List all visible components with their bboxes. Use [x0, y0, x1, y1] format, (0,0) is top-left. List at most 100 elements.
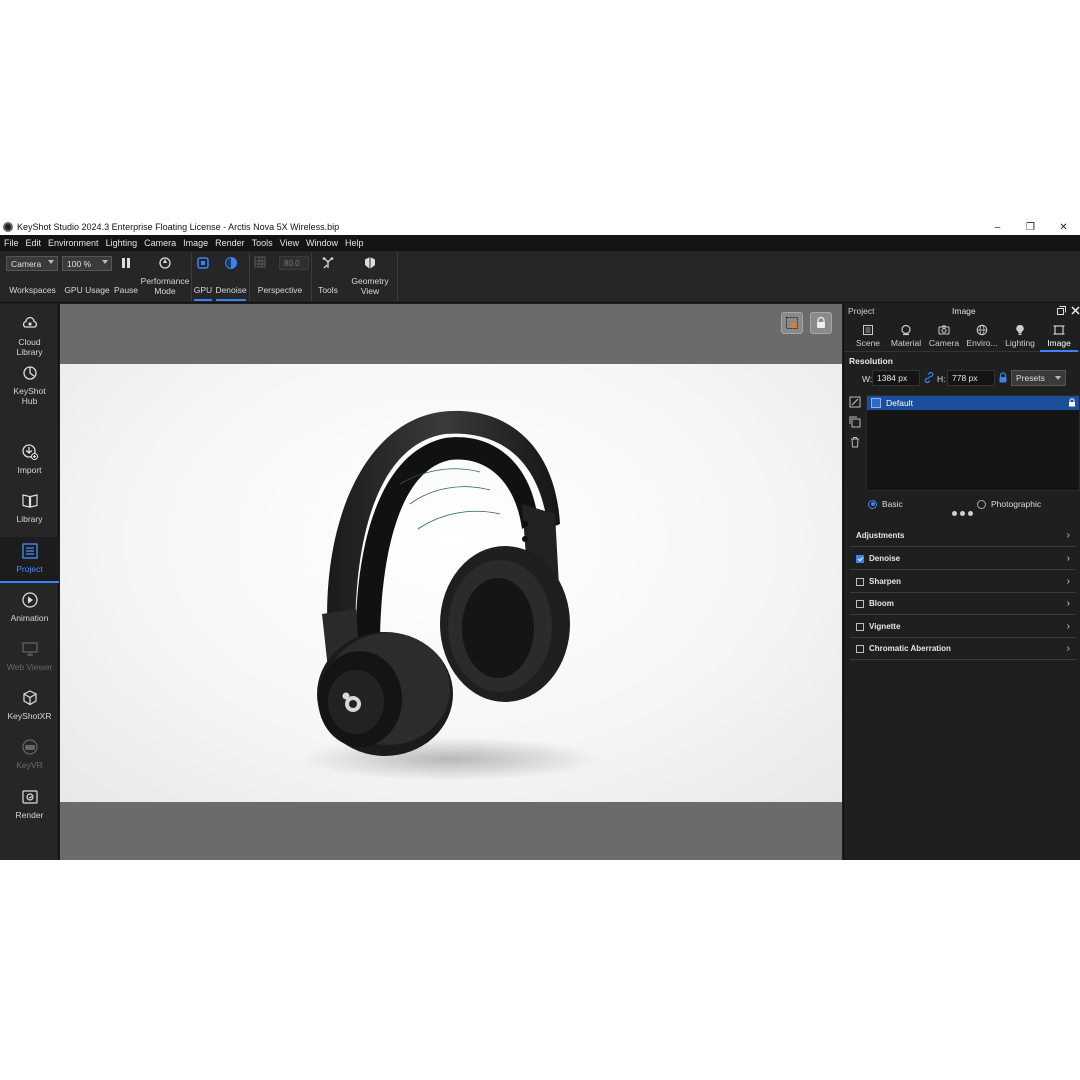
minimize-button[interactable]: –: [981, 219, 1014, 235]
performance-mode-icon: [158, 256, 172, 270]
section-bloom[interactable]: Bloom ›: [850, 593, 1076, 615]
performance-mode-label: Performance Mode: [140, 276, 190, 296]
panel-header: Project Image: [844, 304, 1080, 318]
tab-scene[interactable]: Scene: [849, 318, 887, 352]
sidebar-item-web-viewer[interactable]: Web Viewer: [0, 640, 59, 672]
tab-label: Material: [890, 338, 922, 348]
gpu-usage-button[interactable]: GPU Usage: [60, 251, 114, 303]
denoise-toggle[interactable]: Denoise: [214, 251, 248, 303]
geometry-view-icon: [363, 256, 377, 270]
project-active-indicator: [0, 581, 59, 583]
chevron-right-icon: ›: [1066, 530, 1070, 541]
sidebar-item-keyshot-hub[interactable]: KeyShot Hub: [0, 364, 59, 406]
menu-camera[interactable]: Camera: [144, 238, 176, 248]
menu-render[interactable]: Render: [215, 238, 245, 248]
render-image[interactable]: [60, 364, 842, 802]
tab-camera[interactable]: Camera: [925, 318, 963, 352]
mode-basic[interactable]: Basic: [868, 499, 903, 509]
section-sharpen[interactable]: Sharpen ›: [850, 571, 1076, 593]
geometry-view-button[interactable]: Geometry View: [345, 251, 395, 303]
image-crop-icon: [1053, 325, 1065, 335]
sidebar-item-project[interactable]: Project: [0, 537, 59, 583]
sidebar-item-library[interactable]: Library: [0, 492, 59, 524]
denoise-label: Denoise: [215, 285, 247, 295]
gpu-toggle[interactable]: GPU: [192, 251, 214, 303]
maximize-button[interactable]: ❐: [1014, 219, 1047, 235]
globe-icon: [976, 324, 988, 336]
render-viewport[interactable]: [60, 304, 842, 860]
section-denoise[interactable]: Denoise ›: [850, 548, 1076, 570]
mode-photographic[interactable]: Photographic: [977, 499, 1041, 509]
tools-button[interactable]: Tools: [313, 251, 343, 303]
sidebar-item-animation[interactable]: Animation: [0, 591, 59, 623]
menu-edit[interactable]: Edit: [26, 238, 42, 248]
project-panel: Project Image Scene Material Camera Envi…: [843, 304, 1080, 860]
presets-value: Presets: [1016, 373, 1045, 383]
delete-preset-button[interactable]: [849, 436, 861, 448]
window-title: KeyShot Studio 2024.3 Enterprise Floatin…: [17, 222, 340, 232]
lock-camera-button[interactable]: [810, 312, 832, 334]
image-presets-list: Default: [866, 395, 1080, 491]
height-input[interactable]: 778 px: [947, 370, 995, 386]
keyshot-window: KeyShot Studio 2024.3 Enterprise Floatin…: [0, 219, 1080, 860]
preset-tools: [849, 396, 863, 456]
undock-icon[interactable]: [1057, 306, 1066, 315]
width-input[interactable]: 1384 px: [872, 370, 920, 386]
workspaces-button[interactable]: Workspaces: [6, 251, 59, 303]
close-panel-icon[interactable]: [1071, 306, 1080, 315]
menu-image[interactable]: Image: [183, 238, 208, 248]
toolbar-separator: [311, 253, 312, 301]
sidebar-label: Project: [16, 564, 43, 574]
edit-preset-button[interactable]: [849, 396, 861, 408]
sidebar-item-cloud-library[interactable]: Cloud Library: [0, 315, 59, 357]
list-item[interactable]: Default: [867, 396, 1079, 410]
sharpen-checkbox[interactable]: [856, 577, 864, 586]
section-label: Adjustments: [856, 531, 905, 540]
chromatic-aberration-checkbox[interactable]: [856, 644, 864, 653]
sidebar-item-render[interactable]: Render: [0, 788, 59, 820]
more-options-icon[interactable]: [952, 511, 976, 516]
sidebar-label: KeyVR: [16, 760, 43, 770]
close-button[interactable]: ✕: [1047, 219, 1080, 235]
region-render-button[interactable]: [781, 312, 803, 334]
tab-environment[interactable]: Enviro...: [963, 318, 1001, 352]
geometry-view-label: Geometry View: [351, 276, 389, 296]
perspective-button[interactable]: Perspective: [252, 251, 308, 303]
sidebar-item-keyshotxr[interactable]: KeyShotXR: [0, 689, 59, 721]
performance-mode-button[interactable]: Performance Mode: [140, 251, 190, 303]
lock-icon: [1069, 398, 1075, 407]
aspect-lock-icon[interactable]: [998, 372, 1008, 383]
link-chain-icon[interactable]: [924, 372, 934, 383]
tab-label: Enviro...: [966, 338, 998, 348]
presets-select[interactable]: Presets: [1011, 370, 1066, 386]
tab-lighting[interactable]: Lighting: [1001, 318, 1039, 352]
section-adjustments[interactable]: Adjustments ›: [850, 525, 1076, 547]
menu-environment[interactable]: Environment: [48, 238, 99, 248]
tab-image[interactable]: Image: [1040, 318, 1078, 352]
chevron-right-icon: ›: [1066, 621, 1070, 632]
bloom-checkbox[interactable]: [856, 599, 864, 608]
menu-lighting[interactable]: Lighting: [106, 238, 138, 248]
chevron-right-icon: ›: [1066, 576, 1070, 587]
section-chromatic-aberration[interactable]: Chromatic Aberration ›: [850, 638, 1076, 660]
menu-view[interactable]: View: [280, 238, 299, 248]
section-label: Vignette: [869, 622, 901, 631]
menu-help[interactable]: Help: [345, 238, 364, 248]
menu-window[interactable]: Window: [306, 238, 338, 248]
denoise-checkbox[interactable]: [856, 554, 864, 563]
tab-material[interactable]: Material: [887, 318, 925, 352]
sidebar-item-keyvr[interactable]: KeyVR: [0, 738, 59, 770]
radio-basic[interactable]: [868, 499, 877, 509]
radio-photographic[interactable]: [977, 499, 986, 509]
sidebar-item-import[interactable]: Import: [0, 443, 59, 475]
gpu-icon: [196, 256, 210, 270]
section-vignette[interactable]: Vignette ›: [850, 616, 1076, 638]
resolution-title: Resolution: [849, 356, 893, 366]
tab-label: Lighting: [1005, 338, 1035, 348]
menu-file[interactable]: File: [4, 238, 19, 248]
vignette-checkbox[interactable]: [856, 622, 864, 631]
section-label: Bloom: [869, 599, 894, 608]
duplicate-preset-button[interactable]: [849, 416, 861, 428]
menu-tools[interactable]: Tools: [252, 238, 273, 248]
pause-button[interactable]: Pause: [112, 251, 140, 303]
